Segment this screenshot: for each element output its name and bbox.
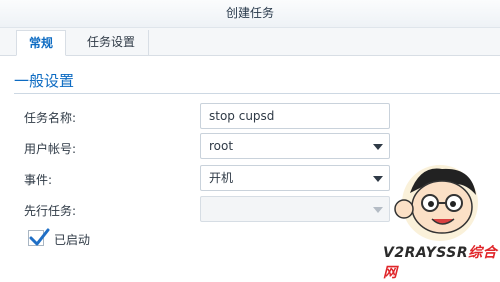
pre-task-label: 先行任务: — [24, 204, 77, 218]
watermark-text: V2RAYSSR综合网 — [383, 242, 500, 282]
mascot-logo — [394, 165, 478, 241]
user-account-select[interactable]: root — [200, 133, 390, 159]
tab-task-settings[interactable]: 任务设置 — [74, 30, 149, 56]
event-label: 事件: — [24, 173, 53, 187]
tab-general[interactable]: 常规 — [16, 30, 66, 56]
chevron-down-icon — [373, 144, 383, 150]
pre-task-select[interactable] — [200, 196, 390, 222]
task-name-input[interactable]: stop cupsd — [200, 103, 390, 129]
section-title: 一般设置 — [14, 72, 75, 90]
task-name-label: 任务名称: — [24, 111, 77, 125]
window-title: 创建任务 — [0, 0, 500, 28]
section-divider — [14, 93, 500, 94]
user-account-value: root — [209, 139, 234, 153]
checkmark-icon — [29, 228, 50, 246]
tab-bar: 常规 任务设置 — [0, 28, 500, 56]
event-select[interactable]: 开机 — [200, 165, 390, 191]
watermark-main: V2RAYSSR — [383, 245, 469, 261]
user-account-label: 用户帐号: — [24, 142, 77, 156]
enabled-checkbox[interactable] — [28, 228, 50, 246]
enabled-label: 已启动 — [54, 233, 91, 247]
event-value: 开机 — [209, 171, 234, 185]
